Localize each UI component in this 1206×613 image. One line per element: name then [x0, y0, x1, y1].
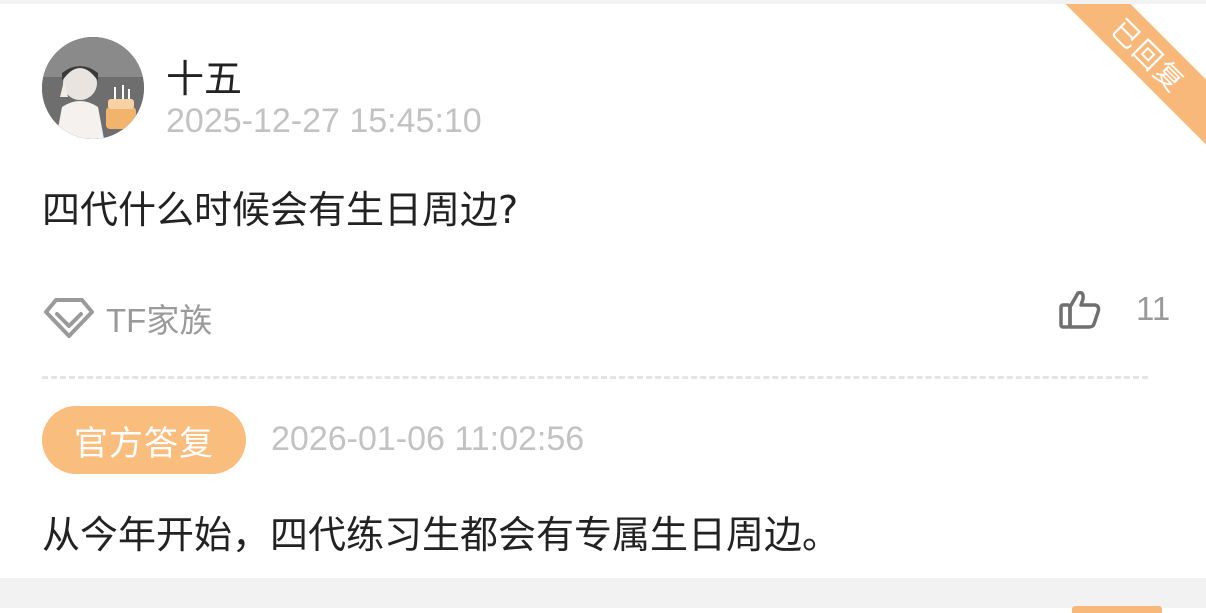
dashed-divider — [42, 376, 1148, 379]
qa-card[interactable]: 已回复 十五 2025-12-27 15:45:10 四代什么时候会有生日周边?… — [0, 4, 1206, 578]
official-reply-badge-label: 官方答复 — [74, 423, 214, 464]
next-card-ribbon — [1072, 606, 1162, 613]
replied-ribbon-label: 已回复 — [1104, 12, 1192, 100]
like-button[interactable]: 11 — [1058, 287, 1170, 331]
avatar-photo — [42, 37, 144, 139]
reply-timestamp: 2026-01-06 11:02:56 — [271, 420, 585, 458]
group-tag[interactable]: TF家族 — [42, 294, 212, 342]
diamond-icon — [44, 298, 94, 338]
replied-ribbon: 已回复 — [1051, 4, 1206, 153]
thumbs-up-icon — [1059, 290, 1101, 329]
reply-text: 从今年开始，四代练习生都会有专属生日周边。 — [42, 513, 841, 557]
official-reply-badge: 官方答复 — [42, 406, 246, 474]
group-label: TF家族 — [106, 302, 213, 339]
question-text: 四代什么时候会有生日周边? — [42, 188, 519, 232]
next-card[interactable] — [0, 608, 1206, 613]
avatar[interactable] — [42, 37, 144, 139]
post-timestamp: 2025-12-27 15:45:10 — [166, 102, 482, 140]
like-count: 11 — [1136, 290, 1171, 327]
author-name[interactable]: 十五 — [166, 48, 242, 103]
